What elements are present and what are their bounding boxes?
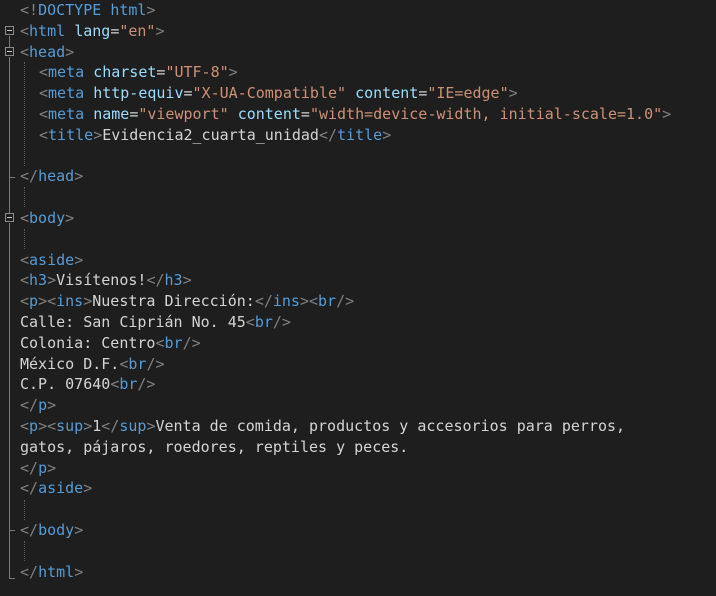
code-line[interactable]: <!DOCTYPE html> [20, 0, 671, 21]
code-line[interactable]: Colonia: Centro<br/> [20, 333, 671, 354]
code-line[interactable]: </html> [20, 562, 671, 583]
fold-line-html-bottom [9, 530, 10, 578]
code-line[interactable]: <title>Evidencia2_cuarta_unidad</title> [20, 125, 671, 146]
code-line[interactable]: </head> [20, 166, 671, 187]
code-line[interactable]: ​ [20, 499, 671, 520]
code-line[interactable]: México D.F.<br/> [20, 354, 671, 375]
code-line[interactable]: <html lang="en"> [20, 21, 671, 42]
code-line[interactable]: <p><ins>Nuestra Dirección:</ins><br/> [20, 291, 671, 312]
code-lines: <!DOCTYPE html> <html lang="en"> <head> <me… [20, 0, 671, 582]
code-line[interactable]: </p> [20, 395, 671, 416]
fold-toggle-head-icon[interactable] [5, 47, 14, 56]
fold-end-html [9, 578, 15, 579]
code-line[interactable]: <head> [20, 42, 671, 63]
code-line[interactable]: <aside> [20, 250, 671, 271]
code-line[interactable]: <meta charset="UTF-8"> [20, 62, 671, 83]
code-line[interactable]: ​ [20, 187, 671, 208]
fold-line-head [9, 57, 10, 177]
code-line[interactable]: <p><sup>1</sup>Venta de comida, producto… [20, 416, 671, 437]
code-line[interactable]: <meta http-equiv="X-UA-Compatible" conte… [20, 83, 671, 104]
fold-toggle-html-icon[interactable] [5, 26, 14, 35]
code-line[interactable]: </aside> [20, 478, 671, 499]
code-line[interactable]: ​ [20, 146, 671, 167]
code-line[interactable]: ​ [20, 229, 671, 250]
code-line[interactable]: <meta name="viewport" content="width=dev… [20, 104, 671, 125]
code-line[interactable]: gatos, pájaros, roedores, reptiles y pec… [20, 437, 671, 458]
code-editor[interactable]: <!DOCTYPE html> <html lang="en"> <head> <me… [0, 0, 716, 596]
fold-line-html-top [9, 36, 10, 47]
code-line[interactable]: ​ [20, 541, 671, 562]
code-line[interactable]: </p> [20, 458, 671, 479]
code-line[interactable]: C.P. 07640<br/> [20, 374, 671, 395]
code-line[interactable]: Calle: San Ciprián No. 45<br/> [20, 312, 671, 333]
code-line[interactable]: <body> [20, 208, 671, 229]
fold-line-body [9, 223, 10, 530]
code-line[interactable]: <h3>Visítenos!</h3> [20, 270, 671, 291]
fold-toggle-body-icon[interactable] [5, 213, 14, 222]
code-line[interactable]: </body> [20, 520, 671, 541]
fold-gutter [0, 0, 18, 596]
fold-line-html-mid [9, 177, 10, 213]
